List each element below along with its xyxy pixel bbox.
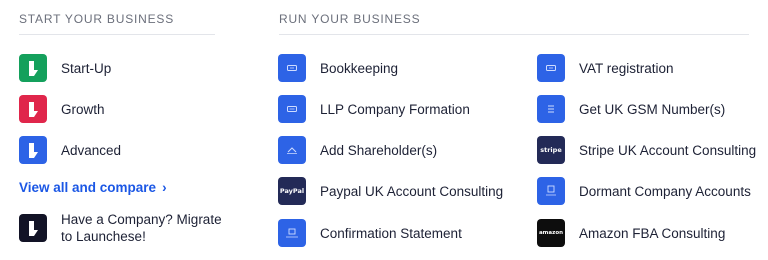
menu-item-start-up[interactable]: Start-Up bbox=[19, 53, 111, 83]
bookkeeping-icon bbox=[278, 54, 306, 82]
launch-icon-dark bbox=[19, 214, 47, 242]
start-section-divider bbox=[19, 34, 215, 35]
menu-item-vat-registration[interactable]: VAT registration bbox=[537, 53, 674, 83]
view-all-compare-link[interactable]: View all and compare › bbox=[19, 180, 167, 195]
menu-item-advanced[interactable]: Advanced bbox=[19, 135, 121, 165]
menu-item-label: Confirmation Statement bbox=[320, 225, 462, 241]
gsm-number-icon bbox=[537, 95, 565, 123]
launch-icon-red bbox=[19, 95, 47, 123]
confirmation-statement-icon bbox=[278, 219, 306, 247]
menu-item-label: LLP Company Formation bbox=[320, 101, 470, 117]
menu-item-label: Get UK GSM Number(s) bbox=[579, 101, 726, 117]
add-shareholder-icon bbox=[278, 136, 306, 164]
stripe-icon: stripe bbox=[537, 136, 565, 164]
menu-item-label: Growth bbox=[61, 101, 105, 117]
view-all-label: View all and compare bbox=[19, 180, 157, 195]
paypal-icon: PayPal bbox=[278, 177, 306, 205]
paypal-icon-text: PayPal bbox=[279, 187, 305, 195]
menu-item-gsm-number[interactable]: Get UK GSM Number(s) bbox=[537, 94, 725, 124]
chevron-right-icon: › bbox=[162, 180, 167, 195]
menu-item-amazon-fba[interactable]: amazon Amazon FBA Consulting bbox=[537, 218, 725, 248]
llp-formation-icon bbox=[278, 95, 306, 123]
menu-item-label: VAT registration bbox=[579, 60, 674, 76]
vat-icon bbox=[537, 54, 565, 82]
stripe-icon-text: stripe bbox=[540, 146, 562, 154]
run-section-title: RUN YOUR BUSINESS bbox=[279, 12, 421, 26]
amazon-icon-text: amazon bbox=[538, 230, 564, 236]
menu-item-label: Advanced bbox=[61, 142, 122, 158]
menu-item-stripe-consulting[interactable]: stripe Stripe UK Account Consulting bbox=[537, 135, 756, 165]
run-section-divider bbox=[279, 34, 749, 35]
menu-item-growth[interactable]: Growth bbox=[19, 94, 105, 124]
menu-item-bookkeeping[interactable]: Bookkeeping bbox=[278, 53, 398, 83]
menu-item-label: Bookkeeping bbox=[320, 60, 399, 76]
menu-item-paypal-consulting[interactable]: PayPal Paypal UK Account Consulting bbox=[278, 176, 503, 206]
menu-item-add-shareholder[interactable]: Add Shareholder(s) bbox=[278, 135, 437, 165]
amazon-icon: amazon bbox=[537, 219, 565, 247]
menu-item-label: Paypal UK Account Consulting bbox=[320, 183, 504, 199]
menu-item-llp-formation[interactable]: LLP Company Formation bbox=[278, 94, 470, 124]
menu-item-label: Stripe UK Account Consulting bbox=[579, 142, 757, 158]
migrate-label: Have a Company? Migrate to Launchese! bbox=[61, 211, 222, 245]
menu-item-label: Start-Up bbox=[61, 60, 112, 76]
dormant-accounts-icon bbox=[537, 177, 565, 205]
menu-item-dormant-accounts[interactable]: Dormant Company Accounts bbox=[537, 176, 751, 206]
migrate-label-line-1: Have a Company? Migrate bbox=[61, 212, 222, 227]
menu-item-label: Amazon FBA Consulting bbox=[579, 225, 726, 241]
menu-item-label: Add Shareholder(s) bbox=[320, 142, 438, 158]
menu-item-confirmation-statement[interactable]: Confirmation Statement bbox=[278, 218, 462, 248]
start-section-title: START YOUR BUSINESS bbox=[19, 12, 175, 26]
launch-icon-green bbox=[19, 54, 47, 82]
migrate-company-item[interactable]: Have a Company? Migrate to Launchese! bbox=[19, 211, 222, 245]
launch-icon-blue bbox=[19, 136, 47, 164]
migrate-label-line-2: to Launchese! bbox=[61, 229, 146, 244]
menu-item-label: Dormant Company Accounts bbox=[579, 183, 751, 199]
